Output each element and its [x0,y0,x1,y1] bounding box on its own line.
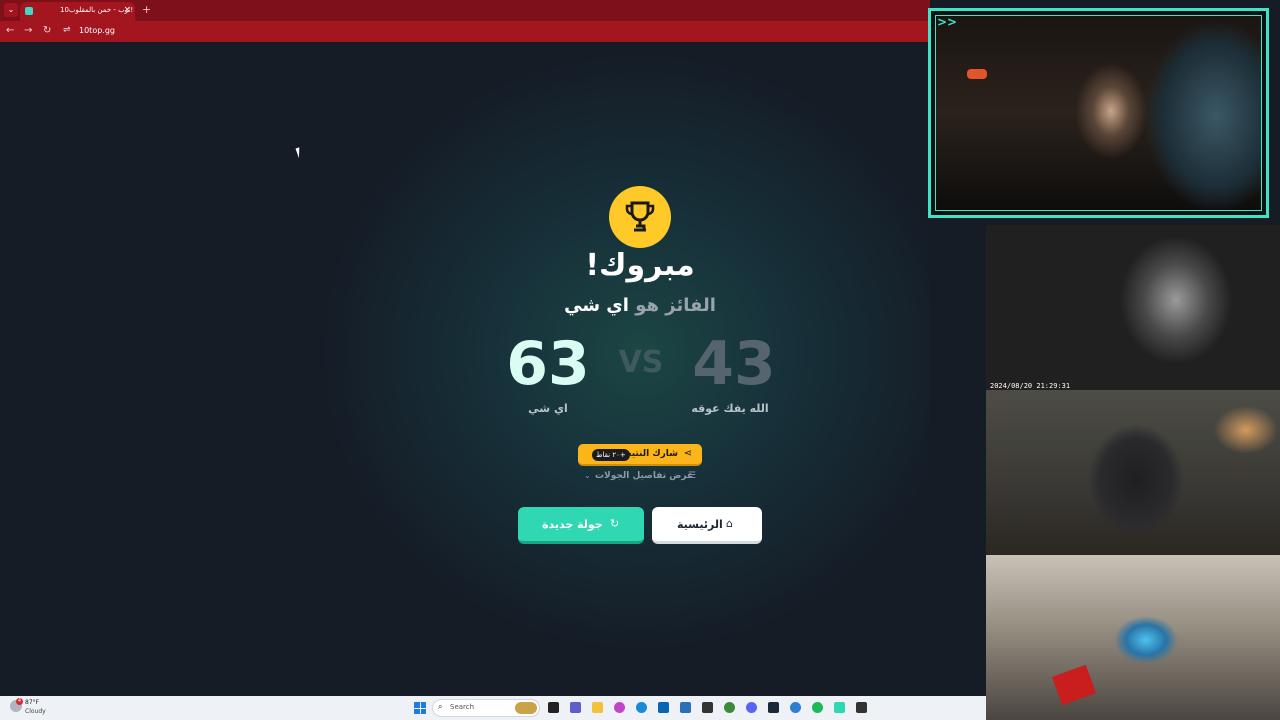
search-icon: ⌕ [438,702,443,711]
site-favicon-icon [25,7,33,15]
trophy-icon [609,186,671,248]
store-icon[interactable] [680,702,691,713]
guest-cam-3 [986,555,1280,720]
home-button[interactable]: الرئيسية ⌂ [652,507,762,544]
refresh-icon: ↻ [610,517,620,530]
winner-line: الفائز هو اي شي [520,295,760,316]
task-view-icon[interactable] [548,702,559,713]
streamer-webcam: >> [928,8,1269,218]
home-label: الرئيسية [677,518,723,531]
right-team-score: 43 [692,329,776,399]
notification-badge: 4 [16,698,23,705]
guest-cam-2 [986,390,1280,555]
mouse-cursor-icon [295,145,307,159]
list-icon: ☰ [687,471,696,481]
winner-name: اي شي [564,295,629,316]
weather-temperature: 87°F [25,699,40,706]
share-icon: ⋖ [683,448,692,459]
vs-label: VS [618,345,664,380]
edge-icon[interactable] [636,702,647,713]
points-badge: +٢٠ نقاط [592,449,630,461]
url-field[interactable]: 10top.gg [79,26,115,35]
forward-icon[interactable]: → [24,25,32,36]
terminal-icon[interactable] [856,702,867,713]
active-app-icon[interactable] [834,702,845,713]
webcam-lamp [967,69,987,79]
steam-icon[interactable] [768,702,779,713]
round-details-toggle[interactable]: ⌄ عرض تفاصيل الجولات ☰ [580,470,700,484]
game-result-page: مبروك! الفائز هو اي شي 63 VS 43 اي شي ال… [0,42,930,696]
app-icon-2[interactable] [790,702,801,713]
cam-timestamp: 2024/08/20 21:29:31 [990,382,1071,390]
back-icon[interactable]: ← [6,25,14,36]
start-icon[interactable] [414,702,426,714]
new-tab-button[interactable]: + [142,3,151,16]
chrome-icon[interactable] [724,702,735,713]
app-icon[interactable] [702,702,713,713]
file-explorer-icon[interactable] [592,702,603,713]
new-round-label: جولة جديدة [542,518,603,531]
guest-cam-1: 2024/08/20 21:29:31 [986,225,1280,390]
winner-prefix: الفائز هو [628,295,716,316]
search-highlight-icon [515,702,537,714]
tab-title: 10توب - خمن بالمقلوب! [60,6,134,14]
congrats-heading: مبروك! [585,248,695,283]
weather-condition: Cloudy [25,708,46,715]
site-info-icon[interactable]: ⇌ [63,25,71,35]
teams-icon[interactable] [570,702,581,713]
outlook-icon[interactable] [658,702,669,713]
round-details-label: عرض تفاصيل الجولات [595,471,694,481]
webcam-feed [935,15,1262,211]
discord-icon[interactable] [746,702,757,713]
windows-taskbar: 4 87°F Cloudy ⌕ Search [0,696,986,720]
right-team-name: الله يفك عوقه [691,402,769,415]
browser-tab-bar: ⌄ 10توب - خمن بالمقلوب! × + [0,0,930,21]
chevron-down-icon: ⌄ [584,471,591,480]
search-placeholder: Search [450,703,475,711]
overlay-mark: >> [937,15,958,29]
taskbar-search[interactable]: ⌕ Search [432,699,540,717]
left-team-name: اي شي [528,402,568,415]
browser-tab[interactable]: 10توب - خمن بالمقلوب! × [20,2,135,21]
red-object [1051,664,1097,706]
tab-menu-icon[interactable]: ⌄ [4,3,18,17]
home-icon: ⌂ [726,517,733,530]
reload-icon[interactable]: ↻ [43,25,51,36]
share-result-button[interactable]: ⋖ شارك النتيجة +٢٠ نقاط [578,444,702,466]
left-team-score: 63 [506,329,590,399]
new-round-button[interactable]: جولة جديدة ↻ [518,507,644,544]
spotify-icon[interactable] [812,702,823,713]
tab-close-icon[interactable]: × [123,5,131,15]
address-bar: ← → ↻ ⇌ 10top.gg [0,21,930,42]
copilot-icon[interactable] [614,702,625,713]
